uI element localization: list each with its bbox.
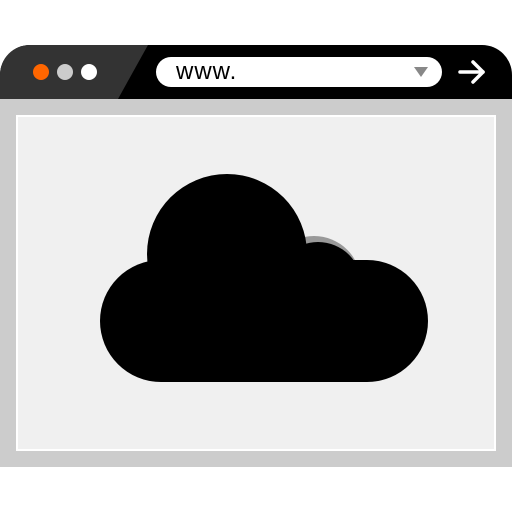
address-bar[interactable]: www. bbox=[156, 57, 442, 87]
content-area bbox=[16, 115, 496, 451]
cloud-icon bbox=[100, 174, 428, 382]
content-frame bbox=[0, 99, 512, 467]
address-text[interactable]: www. bbox=[176, 58, 237, 86]
title-bar-accent bbox=[0, 45, 148, 99]
title-bar: www. bbox=[0, 45, 512, 99]
browser-window: www. bbox=[0, 45, 512, 467]
maximize-button[interactable] bbox=[81, 64, 97, 80]
go-button[interactable] bbox=[456, 57, 488, 87]
minimize-button[interactable] bbox=[57, 64, 73, 80]
close-button[interactable] bbox=[33, 64, 49, 80]
arrow-right-icon bbox=[458, 60, 485, 84]
dropdown-triangle-icon[interactable] bbox=[414, 67, 428, 77]
